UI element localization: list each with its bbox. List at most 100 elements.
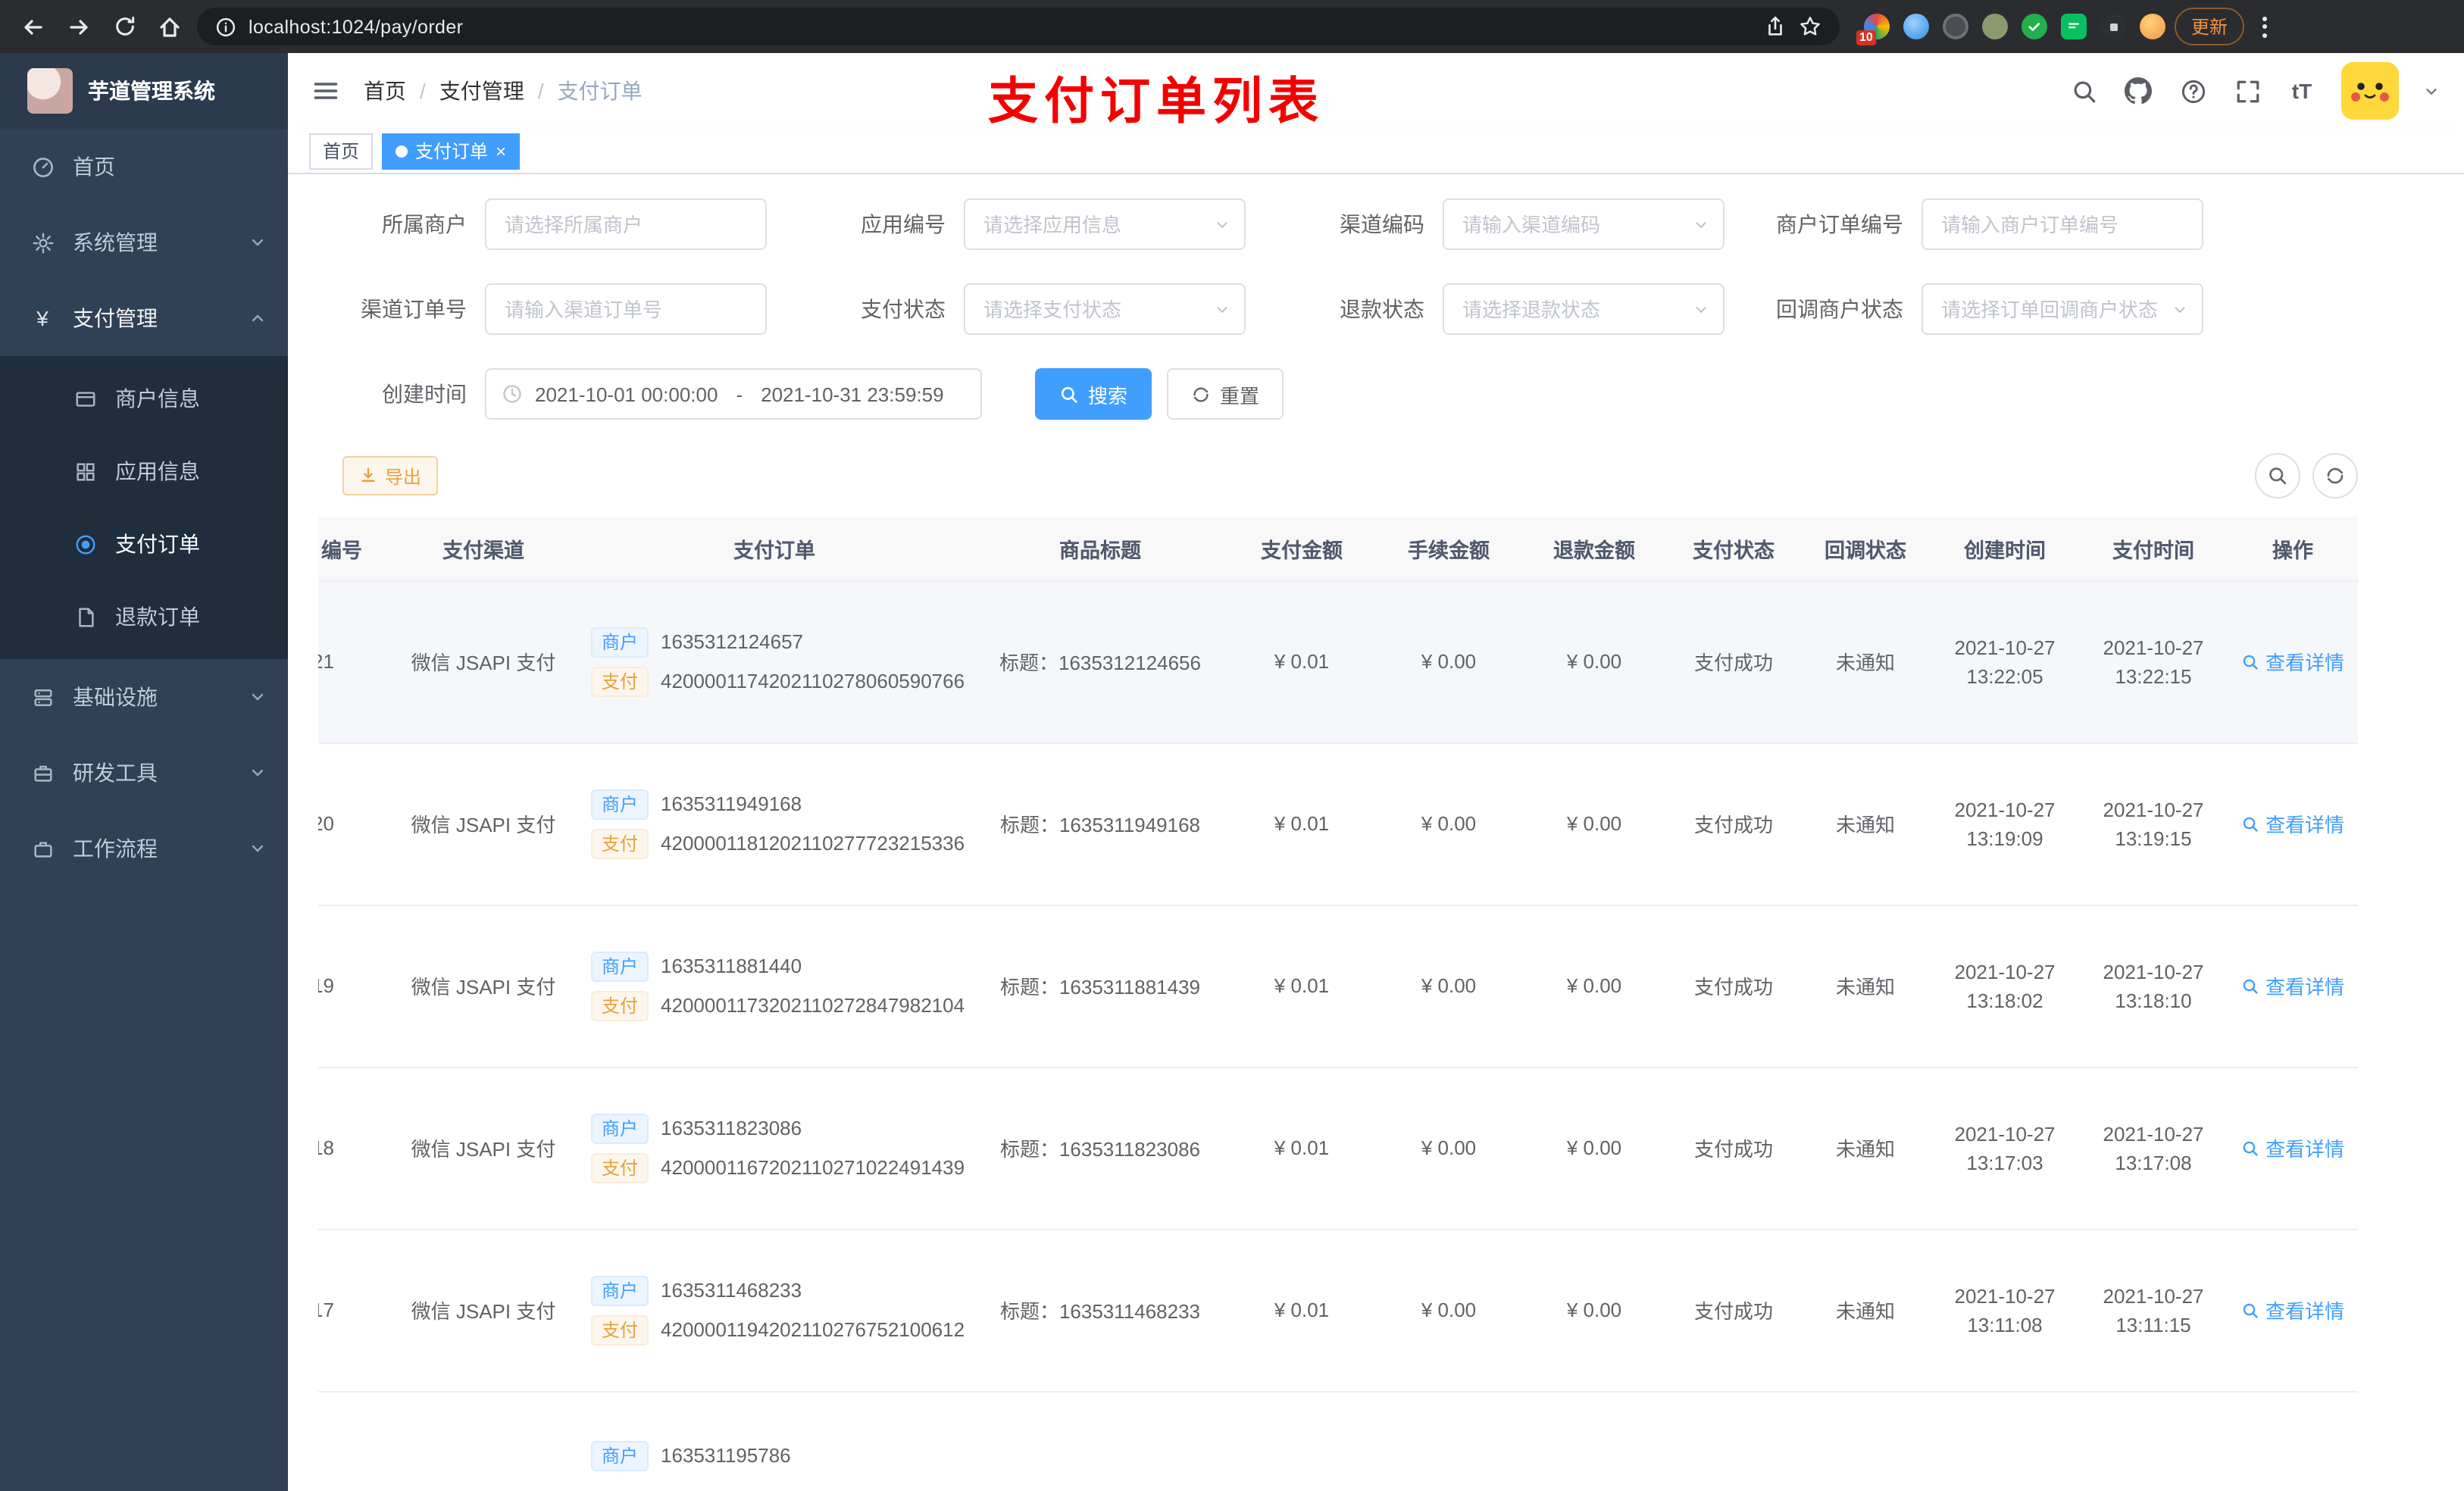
help-icon[interactable]	[2178, 76, 2208, 106]
fullscreen-icon[interactable]	[2232, 76, 2262, 106]
belongs-merchant-filter[interactable]	[485, 198, 767, 250]
sidebar-item-workflow[interactable]: 工作流程	[0, 811, 288, 886]
pay-amount-cell: ¥ 0.01	[1227, 1229, 1376, 1392]
back-icon[interactable]	[15, 8, 52, 45]
sidebar-item-merchant-info[interactable]: 商户信息	[0, 362, 288, 435]
font-size-icon[interactable]: tT	[2287, 76, 2317, 106]
view-detail-label: 查看详情	[2265, 1300, 2344, 1323]
create-time: 13:19:09	[1966, 827, 2043, 849]
url-text[interactable]: localhost:1024/pay/order	[249, 16, 463, 37]
table-row[interactable]: 21 微信 JSAPI 支付 商户 1635312124657 支付 4200001…	[318, 580, 2358, 743]
view-detail-link[interactable]: 查看详情	[2241, 809, 2344, 838]
sidebar-item-refund-order[interactable]: 退款订单	[0, 580, 288, 653]
channel-order-no-filter[interactable]	[485, 283, 767, 335]
app-no-input[interactable]	[965, 200, 1244, 248]
pay-amount-cell: ¥ 0.01	[1227, 742, 1376, 905]
column-header: 支付状态	[1667, 517, 1800, 581]
reload-icon[interactable]	[106, 8, 142, 45]
app-no-filter[interactable]	[964, 198, 1246, 250]
filter-label: 渠道编码	[1340, 212, 1424, 236]
sidebar-item-app-info[interactable]: 应用信息	[0, 435, 288, 508]
channel-code-input[interactable]	[1444, 200, 1723, 248]
sidebar-item-infra[interactable]: 基础设施	[0, 659, 288, 735]
sidebar-item-label: 商户信息	[115, 386, 200, 411]
sidebar-item-devtools[interactable]: 研发工具	[0, 735, 288, 811]
sidebar-item-pay[interactable]: ¥ 支付管理	[0, 280, 288, 356]
extension-icon[interactable]	[2100, 14, 2126, 39]
create-time-range-picker[interactable]: 2021-10-01 00:00:00 - 2021-10-31 23:59:5…	[485, 368, 982, 420]
belongs-merchant-input[interactable]	[486, 200, 765, 248]
sidebar-item-label: 研发工具	[73, 761, 158, 785]
breadcrumb-pay[interactable]: 支付管理	[439, 76, 524, 106]
view-detail-link[interactable]: 查看详情	[2241, 647, 2344, 676]
view-detail-link[interactable]: 查看详情	[2241, 971, 2344, 1000]
table-row[interactable]: 20 微信 JSAPI 支付 商户 1635311949168 支付 4200001…	[318, 742, 2358, 905]
export-button[interactable]: 导出	[342, 456, 439, 495]
pay-date: 2021-10-27	[2103, 798, 2204, 821]
table-row[interactable]: 17 微信 JSAPI 支付 商户 1635311468233 支付 4200001…	[318, 1229, 2358, 1392]
fee-amount-cell: ¥ 0.00	[1376, 905, 1521, 1067]
share-icon[interactable]	[1764, 15, 1787, 38]
notify-status-input[interactable]	[1923, 285, 2202, 333]
extension-icon[interactable]	[2140, 14, 2165, 39]
pay-status-input[interactable]	[965, 285, 1244, 333]
reset-button[interactable]: 重置	[1167, 368, 1284, 420]
extension-icon[interactable]: 10	[1856, 14, 1890, 45]
table-row[interactable]: 19 微信 JSAPI 支付 商户 1635311881440 支付 4200001…	[318, 905, 2358, 1067]
extension-icon[interactable]	[2022, 14, 2047, 39]
sidebar-item-pay-order[interactable]: 支付订单	[0, 508, 288, 580]
close-icon[interactable]: ×	[496, 142, 506, 160]
channel-pay-no: 4200001174202110278060590766	[661, 670, 965, 692]
pay-status-cell: 支付成功	[1667, 905, 1800, 1067]
merchant-order-no-input[interactable]	[1923, 200, 2202, 248]
breadcrumb-home[interactable]: 首页	[364, 76, 406, 106]
extension-icon[interactable]	[1903, 14, 1929, 39]
filter-label: 回调商户状态	[1776, 297, 1903, 321]
merchant-tag: 商户	[591, 1113, 649, 1143]
app-logo[interactable]: 芋道管理系统	[0, 53, 288, 129]
extension-icon[interactable]	[1943, 14, 1968, 39]
tag-pay-order[interactable]: 支付订单 ×	[382, 133, 521, 169]
search-icon[interactable]	[2068, 76, 2099, 106]
merchant-order-no-filter[interactable]	[1921, 198, 2203, 250]
bookmark-star-icon[interactable]	[1799, 15, 1821, 38]
search-button[interactable]: 搜索	[1035, 368, 1152, 420]
sidebar-item-system[interactable]: 系统管理	[0, 205, 288, 280]
address-bar[interactable]: localhost:1024/pay/order	[197, 8, 1840, 45]
user-avatar[interactable]	[2341, 62, 2399, 120]
site-info-icon[interactable]	[215, 16, 236, 37]
home-icon[interactable]	[152, 8, 188, 45]
forward-icon[interactable]	[61, 8, 97, 45]
refund-status-input[interactable]	[1444, 285, 1723, 333]
date-end[interactable]: 2021-10-31 23:59:59	[761, 383, 943, 405]
extension-icon[interactable]	[1982, 14, 2008, 39]
date-start[interactable]: 2021-10-01 00:00:00	[535, 383, 718, 405]
table-row[interactable]: 商户 163531195786	[318, 1391, 2358, 1491]
refund-status-filter[interactable]	[1443, 283, 1724, 335]
extensions-area: 10	[1856, 14, 2165, 45]
pay-status-filter[interactable]	[964, 283, 1246, 335]
github-icon[interactable]	[2123, 76, 2153, 106]
filter-field: 支付状态	[797, 283, 1246, 335]
sidebar-item-home[interactable]: 首页	[0, 129, 288, 205]
browser-menu-icon[interactable]	[2256, 16, 2273, 37]
table-row[interactable]: 18 微信 JSAPI 支付 商户 1635311823086 支付 4200001…	[318, 1067, 2358, 1230]
channel-order-no-input[interactable]	[486, 285, 765, 333]
toolbar-search-toggle-button[interactable]	[2255, 453, 2300, 499]
browser-update-button[interactable]: 更新	[2175, 8, 2245, 45]
view-detail-link[interactable]: 查看详情	[2241, 1296, 2344, 1324]
notify-status-filter[interactable]	[1921, 283, 2203, 335]
extension-icon[interactable]	[2061, 14, 2087, 39]
view-detail-link[interactable]: 查看详情	[2241, 1133, 2344, 1162]
column-header: 手续金额	[1376, 517, 1521, 581]
pay-time: 13:11:15	[2115, 1313, 2191, 1336]
filter-label: 渠道订单号	[361, 297, 467, 321]
fee-amount-cell: ¥ 0.00	[1376, 742, 1521, 905]
tag-home[interactable]: 首页	[309, 133, 374, 169]
hamburger-icon[interactable]	[312, 77, 339, 105]
channel-code-filter[interactable]	[1443, 198, 1724, 250]
chevron-down-icon[interactable]	[2423, 83, 2440, 99]
record-circle-icon	[73, 532, 97, 556]
filter-label: 支付状态	[861, 297, 946, 321]
toolbar-refresh-button[interactable]	[2312, 453, 2358, 499]
